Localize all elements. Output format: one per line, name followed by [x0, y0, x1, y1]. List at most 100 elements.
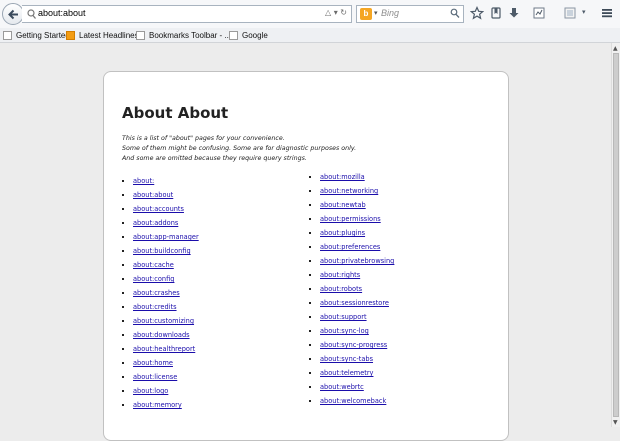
about-link-item: about:crashes: [133, 286, 199, 300]
bookmarks-menu-icon[interactable]: [489, 6, 503, 20]
about-link-item: about:license: [133, 370, 199, 384]
bookmark-google[interactable]: Google: [229, 28, 268, 42]
about-link-item: about:config: [133, 272, 199, 286]
extension-icon[interactable]: [563, 6, 577, 20]
url-text[interactable]: about:about: [38, 8, 86, 18]
about-link[interactable]: about:config: [133, 275, 174, 283]
about-link-item: about:credits: [133, 300, 199, 314]
about-link[interactable]: about:logo: [133, 387, 168, 395]
about-link-item: about:downloads: [133, 328, 199, 342]
page-extension-icon[interactable]: [532, 6, 546, 20]
about-link[interactable]: about:rights: [320, 271, 360, 279]
about-link[interactable]: about:accounts: [133, 205, 184, 213]
about-link-item: about:newtab: [320, 198, 394, 212]
about-link[interactable]: about:networking: [320, 187, 378, 195]
about-link[interactable]: about:sync-log: [320, 327, 369, 335]
search-placeholder[interactable]: Bing: [381, 8, 399, 18]
engine-dropdown-icon[interactable]: ▾: [374, 9, 378, 17]
about-link-item: about:memory: [133, 398, 199, 412]
bookmark-getting-started[interactable]: Getting Started: [3, 28, 70, 42]
hamburger-menu-icon[interactable]: [600, 6, 614, 20]
about-link[interactable]: about:mozilla: [320, 173, 365, 181]
search-icon: [27, 9, 36, 19]
about-link[interactable]: about:license: [133, 373, 177, 381]
back-button[interactable]: [2, 3, 24, 25]
about-link-item: about:app-manager: [133, 230, 199, 244]
page-title: About About: [122, 104, 229, 122]
about-link[interactable]: about:preferences: [320, 243, 380, 251]
search-bar[interactable]: b ▾ Bing: [356, 5, 464, 23]
about-link[interactable]: about:addons: [133, 219, 178, 227]
scroll-down-icon[interactable]: ▼: [613, 419, 618, 426]
about-link[interactable]: about:sync-tabs: [320, 355, 373, 363]
about-link[interactable]: about:permissions: [320, 215, 381, 223]
about-link[interactable]: about:: [133, 177, 154, 185]
rss-feed-icon: [66, 30, 75, 40]
scrollbar-thumb[interactable]: [613, 53, 619, 417]
extension-dropdown-icon[interactable]: ▾: [582, 8, 586, 16]
bookmark-star-icon[interactable]: [470, 6, 484, 20]
about-link-item: about:about: [133, 188, 199, 202]
about-link-item: about:webrtc: [320, 380, 394, 394]
back-arrow-icon: [8, 9, 18, 20]
about-link-item: about:privatebrowsing: [320, 254, 394, 268]
about-link[interactable]: about:credits: [133, 303, 177, 311]
identity-icon[interactable]: △: [325, 8, 331, 17]
about-link[interactable]: about:newtab: [320, 201, 366, 209]
about-link-item: about:healthreport: [133, 342, 199, 356]
about-link[interactable]: about:crashes: [133, 289, 180, 297]
about-link[interactable]: about:sync-progress: [320, 341, 387, 349]
about-link[interactable]: about:memory: [133, 401, 182, 409]
about-link[interactable]: about:app-manager: [133, 233, 199, 241]
search-go-icon[interactable]: [450, 8, 460, 19]
about-link-item: about:robots: [320, 282, 394, 296]
about-link[interactable]: about:telemetry: [320, 369, 373, 377]
about-link-item: about:support: [320, 310, 394, 324]
about-link[interactable]: about:webrtc: [320, 383, 364, 391]
intro-line: This is a list of "about" pages for your…: [122, 135, 285, 142]
downloads-icon[interactable]: [507, 6, 521, 20]
about-link[interactable]: about:healthreport: [133, 345, 195, 353]
url-bar[interactable]: about:about △ ▾ ↻: [22, 5, 352, 23]
about-link-item: about:permissions: [320, 212, 394, 226]
url-bar-buttons[interactable]: △ ▾ ↻: [325, 8, 347, 17]
about-link-item: about:home: [133, 356, 199, 370]
bookmark-latest-headlines[interactable]: Latest Headlines: [66, 28, 139, 42]
about-link-item: about:plugins: [320, 226, 394, 240]
bookmark-label: Google: [242, 30, 268, 40]
vertical-scrollbar[interactable]: ▲ ▼: [611, 43, 620, 427]
about-link[interactable]: about:customizing: [133, 317, 194, 325]
bookmark-bookmarks-toolbar[interactable]: Bookmarks Toolbar - ...: [136, 28, 231, 42]
bookmarks-toolbar: Getting Started Latest Headlines Bookmar…: [0, 28, 620, 43]
about-link[interactable]: about:robots: [320, 285, 362, 293]
about-link-item: about:addons: [133, 216, 199, 230]
about-links-right-column: about:mozilla about:networking about:newta…: [320, 170, 394, 408]
scroll-up-icon[interactable]: ▲: [613, 45, 618, 52]
about-link-item: about:sync-log: [320, 324, 394, 338]
about-link-item: about:: [133, 174, 199, 188]
bookmark-page-icon: [229, 30, 238, 40]
about-link[interactable]: about:welcomeback: [320, 397, 386, 405]
about-link-item: about:mozilla: [320, 170, 394, 184]
about-link[interactable]: about:buildconfig: [133, 247, 191, 255]
dropdown-icon[interactable]: ▾: [334, 8, 338, 17]
about-link[interactable]: about:privatebrowsing: [320, 257, 394, 265]
about-link[interactable]: about:downloads: [133, 331, 190, 339]
about-link-item: about:rights: [320, 268, 394, 282]
bookmark-label: Latest Headlines: [79, 30, 139, 40]
about-link-item: about:telemetry: [320, 366, 394, 380]
about-link-item: about:accounts: [133, 202, 199, 216]
about-link[interactable]: about:plugins: [320, 229, 365, 237]
about-link-item: about:sync-progress: [320, 338, 394, 352]
about-link[interactable]: about:cache: [133, 261, 174, 269]
bing-engine-icon[interactable]: b: [360, 8, 372, 20]
about-link-item: about:networking: [320, 184, 394, 198]
about-link[interactable]: about:home: [133, 359, 173, 367]
about-page-card: About About This is a list of "about" pa…: [103, 71, 509, 441]
reload-icon[interactable]: ↻: [340, 8, 347, 17]
about-link-item: about:buildconfig: [133, 244, 199, 258]
intro-line: Some of them might be confusing. Some ar…: [122, 145, 357, 152]
about-link[interactable]: about:sessionrestore: [320, 299, 389, 307]
about-link[interactable]: about:about: [133, 191, 173, 199]
about-link[interactable]: about:support: [320, 313, 367, 321]
